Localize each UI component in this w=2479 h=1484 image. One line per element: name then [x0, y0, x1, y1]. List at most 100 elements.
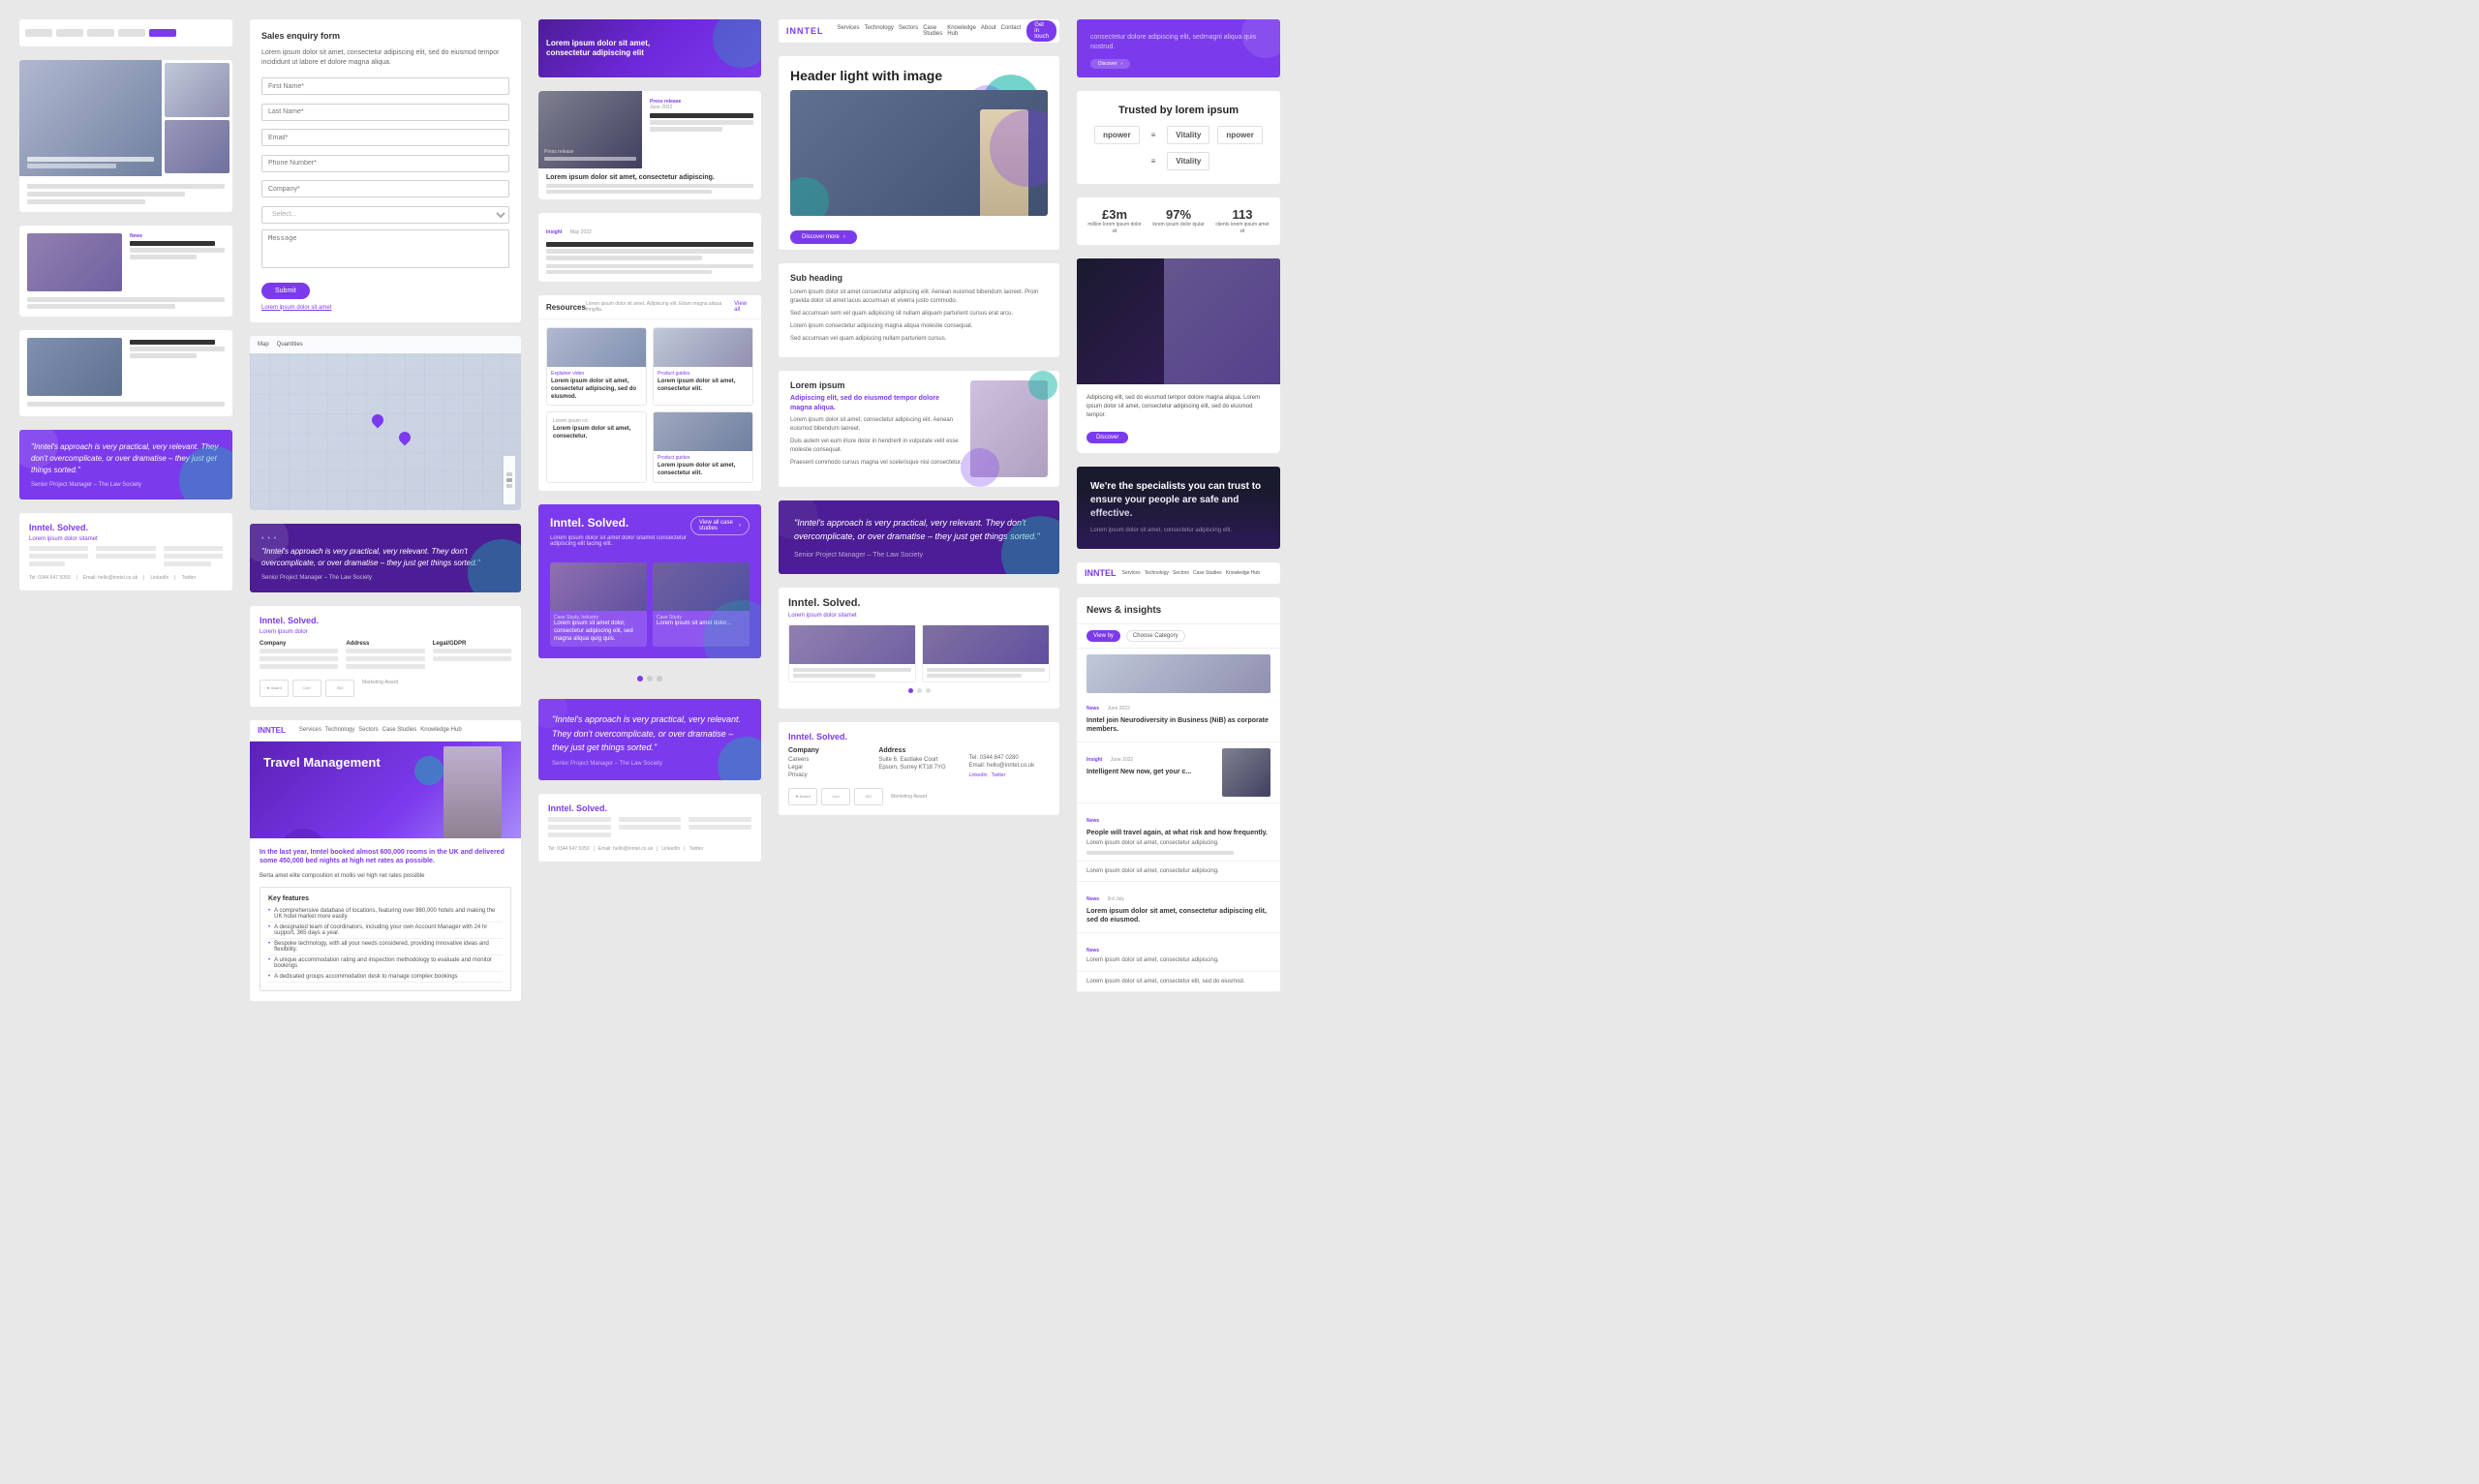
address-line-1: Suite 6, Eastlake Court: [878, 757, 959, 763]
view-all-link[interactable]: View all: [734, 301, 753, 313]
header-discover-label: Discover more: [802, 234, 840, 240]
resources-panel: Resources Lorem ipsum dolor sit amet. Ad…: [538, 295, 761, 491]
company-input[interactable]: [261, 180, 509, 197]
nav-technology[interactable]: Technology: [865, 25, 894, 37]
page-dot[interactable]: [917, 688, 922, 693]
form-link[interactable]: Lorem ipsum dolor sit amet: [261, 305, 509, 311]
email-input[interactable]: [261, 129, 509, 146]
solved-pagination: [788, 688, 1050, 693]
who-are-we-panel: Who are we? Adipiscing elit, sed do eius…: [1077, 258, 1280, 453]
c5-nav-hub[interactable]: Knowledge Hub: [1226, 570, 1260, 576]
nav-hub[interactable]: Knowledge Hub: [420, 727, 461, 733]
sep: |: [594, 846, 595, 852]
footer-link[interactable]: Twitter: [182, 575, 197, 581]
filter-category[interactable]: Choose Category: [1126, 630, 1185, 642]
footer-contact-col: Tel: 0344 847 0280 Email: hello@inntel.c…: [969, 747, 1050, 780]
nav-cta[interactable]: [149, 29, 176, 37]
who-background: Who are we?: [1077, 258, 1280, 384]
blog-link[interactable]: Legal: [788, 765, 869, 771]
phone-input[interactable]: [261, 155, 509, 172]
c3-hero-banner: Lorem ipsum dolor sit amet,consectetur a…: [538, 19, 761, 77]
privacy-link[interactable]: Privacy: [788, 772, 869, 778]
page-dot-active[interactable]: [908, 688, 913, 693]
contact-email[interactable]: Email: hello@inntel.co.uk: [598, 846, 653, 852]
person-teal-decoration: [1028, 371, 1057, 400]
footer-subtitle: Lorem ipsum dolor sitamet: [29, 536, 223, 542]
linkedin-link-footer[interactable]: LinkedIn: [969, 772, 988, 778]
c5-cta-button[interactable]: Discover ›: [1090, 59, 1130, 69]
stat-number-3: 113: [1214, 207, 1270, 222]
logo-lines-1: ≡: [1148, 127, 1160, 143]
discover-button[interactable]: Discover: [1086, 432, 1128, 443]
nav-sectors[interactable]: Sectors: [358, 727, 378, 733]
news-insights-title: News & insights: [1086, 605, 1270, 616]
hero-person-image: [444, 746, 502, 838]
footer-link[interactable]: Email: hello@inntel.co.uk: [83, 575, 138, 581]
last-name-input[interactable]: [261, 104, 509, 121]
ni-date-5: 3rd July: [1108, 896, 1125, 902]
who-content: Adipiscing elit, sed do eiusmod tempor d…: [1077, 384, 1280, 453]
message-textarea[interactable]: [261, 229, 509, 268]
sub-heading-body-3: Lorem ipsum consectetur adipiscing magna…: [790, 322, 1048, 331]
dot-1[interactable]: [647, 676, 653, 681]
submit-button[interactable]: Submit: [261, 283, 310, 299]
nav-technology[interactable]: Technology: [325, 727, 354, 733]
message-select[interactable]: Select...: [261, 206, 509, 224]
solved-panel: Inntel. Solved. Lorem ipsum dolor sit am…: [538, 504, 761, 658]
footer-col-company: Company: [260, 641, 338, 647]
dot-2[interactable]: [657, 676, 662, 681]
solved-card-2: [922, 624, 1050, 682]
stat-label-3: clients lorem ipsum amet sit: [1214, 222, 1270, 235]
brand-footer-2: Inntel. Solved.: [260, 616, 511, 625]
col1-nav: [19, 19, 232, 46]
c5-nav-sectors[interactable]: Sectors: [1173, 570, 1189, 576]
nav-case-studies[interactable]: Case Studies: [383, 727, 417, 733]
c5-nav-case-studies[interactable]: Case Studies: [1193, 570, 1222, 576]
nav-about[interactable]: About: [981, 25, 996, 37]
nav-item: [56, 29, 83, 37]
nav-services[interactable]: Services: [838, 25, 860, 37]
sub-heading-body-1: Lorem ipsum dolor sit amet consectetur a…: [790, 288, 1048, 306]
twitter-link-footer[interactable]: Twitter: [992, 772, 1006, 778]
award-category: Marketing Award: [891, 794, 927, 800]
news-insights-filter: View by Choose Category: [1077, 624, 1280, 649]
view-case-studies-button[interactable]: View all case studies ›: [690, 516, 750, 535]
nav-cta-button[interactable]: Get in touch: [1026, 20, 1056, 42]
nav-case-studies[interactable]: Case Studies: [923, 25, 942, 37]
email-footer[interactable]: Email: hello@inntel.co.uk: [969, 763, 1050, 769]
footer-sep: |: [174, 575, 175, 581]
view-case-studies-label: View all case studies: [699, 520, 735, 531]
header-discover-button[interactable]: Discover more ›: [790, 230, 857, 244]
dot-active[interactable]: [637, 676, 643, 681]
nav-services[interactable]: Services: [299, 727, 321, 733]
quote-panel-dark: • • • "Inntel's approach is very practic…: [250, 524, 521, 592]
travel-brand: INNTEL: [258, 726, 286, 735]
solved-section-col4: Inntel. Solved. Lorem ipsum dolor sitame…: [779, 588, 1059, 709]
news-date: June 2022: [650, 105, 753, 110]
filter-view-by[interactable]: View by: [1086, 630, 1120, 642]
contact-twitter[interactable]: Twitter: [689, 846, 704, 852]
nav-sectors[interactable]: Sectors: [899, 25, 918, 37]
feature-item-4: A unique accommodation rating and inspec…: [268, 955, 503, 972]
lorem-body-2: Duis autem vel eum iriure dolor in hendr…: [790, 438, 963, 455]
first-name-input[interactable]: [261, 77, 509, 95]
sep: |: [684, 846, 685, 852]
inntel-nav-links: Services Technology Sectors Case Studies…: [838, 25, 1022, 37]
contact-tel[interactable]: Tel: 0344 647 5050: [548, 846, 590, 852]
who-image: [1164, 258, 1280, 384]
page-dot[interactable]: [926, 688, 931, 693]
careers-link[interactable]: Careers: [788, 757, 869, 763]
nav-hub[interactable]: Knowledge Hub: [947, 25, 976, 37]
stats-panel: £3m million lorem ipsum dolor sit 97% lo…: [1077, 197, 1280, 245]
c5-nav-services[interactable]: Services: [1122, 570, 1141, 576]
footer-link[interactable]: Tel: 0344 647 5050: [29, 575, 71, 581]
footer-link[interactable]: LinkedIn: [150, 575, 168, 581]
contact-linkedin[interactable]: LinkedIn: [661, 846, 680, 852]
ni-tag-2: Insight: [1086, 757, 1102, 763]
stat-value-3: 113 clients lorem ipsum amet sit: [1214, 207, 1270, 235]
tel-footer[interactable]: Tel: 0344 847 0280: [969, 755, 1050, 761]
nav-contact[interactable]: Contact: [1001, 25, 1022, 37]
case-image-1: [550, 562, 647, 611]
ni-tag-1: News: [1086, 706, 1099, 712]
c5-nav-technology[interactable]: Technology: [1145, 570, 1169, 576]
